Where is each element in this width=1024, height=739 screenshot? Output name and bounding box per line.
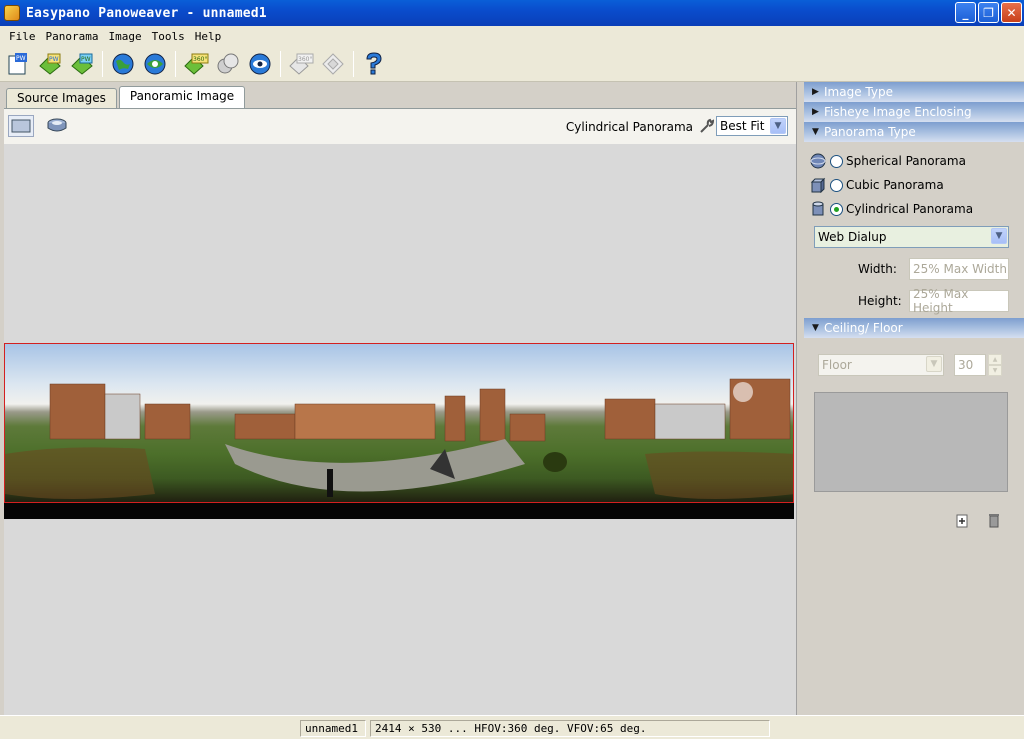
flat-view-icon[interactable] [8,115,34,137]
preview-eye-icon[interactable] [246,50,274,78]
panorama-image[interactable] [4,343,794,503]
menu-panorama[interactable]: Panorama [41,30,104,43]
close-button[interactable]: ✕ [1001,2,1022,23]
section-image-type-label: Image Type [824,85,893,99]
stepper-down-icon[interactable]: ▼ [988,365,1002,376]
triangle-down-icon: ▼ [812,127,819,137]
chevron-down-icon[interactable]: ▼ [770,118,786,134]
add-image-icon[interactable] [954,512,970,528]
export-alt-icon[interactable] [319,50,347,78]
quality-select-value: Web Dialup [818,230,887,244]
blend-icon[interactable] [214,50,242,78]
radio-cylindrical-label: Cylindrical Panorama [846,202,974,216]
radio-spherical-label: Spherical Panorama [846,154,966,168]
image-canvas [4,144,796,715]
toolbar-separator [102,50,103,77]
toolbar-separator [353,50,354,77]
trash-icon[interactable] [986,512,1002,528]
tab-strip: Source Images Panoramic Image [6,86,247,108]
floor-select[interactable]: Floor ▼ [818,354,944,376]
radio-cubic-label: Cubic Panorama [846,178,944,192]
menu-help[interactable]: Help [190,30,227,43]
window-title: Easypano Panoweaver - unnamed1 [26,5,267,21]
cube-icon [810,177,826,193]
chevron-down-icon[interactable]: ▼ [926,356,942,372]
help-icon[interactable] [360,50,388,78]
panorama-black-border [4,503,794,519]
cylinder-icon [812,201,824,216]
publish-360-icon[interactable]: 360° [182,50,210,78]
status-bar: unnamed1 2414 × 530 ... HFOV:360 deg. VF… [0,715,1024,739]
floor-preview [814,392,1008,492]
section-image-type[interactable]: ▶ Image Type [804,82,1024,102]
toolbar-separator [175,50,176,77]
floor-size-value[interactable]: 30 [954,354,986,376]
sphere-icon [810,153,826,169]
new-project-icon[interactable]: PW [4,50,32,78]
svg-text:PW: PW [16,55,26,62]
viewer-toolbar: Cylindrical Panorama Best Fit ▼ [4,108,796,144]
globe-icon[interactable] [109,50,137,78]
cylinder-view-icon[interactable] [44,115,70,137]
option-cylindrical[interactable]: Cylindrical Panorama [810,199,973,219]
tab-panoramic-image[interactable]: Panoramic Image [118,86,246,108]
floor-size-stepper[interactable]: 30 ▲ ▼ [954,354,1004,376]
triangle-down-icon: ▼ [812,323,819,333]
fit-select[interactable]: Best Fit ▼ [716,116,788,136]
status-image-info: 2414 × 530 ... HFOV:360 deg. VFOV:65 deg… [370,720,770,737]
width-field[interactable]: 25% Max Width [909,258,1009,280]
triangle-right-icon: ▶ [812,107,819,117]
section-ceiling-floor[interactable]: ▼ Ceiling/ Floor [804,318,1024,338]
option-cubic[interactable]: Cubic Panorama [810,175,944,195]
globe-stitch-icon[interactable] [141,50,169,78]
option-spherical[interactable]: Spherical Panorama [810,151,966,171]
open-pw-icon[interactable]: PW [36,50,64,78]
properties-panel: ▶ Image Type ▶ Fisheye Image Enclosing ▼… [804,82,1024,715]
section-fisheye-label: Fisheye Image Enclosing [824,105,972,119]
svg-text:PW: PW [49,56,59,63]
section-fisheye[interactable]: ▶ Fisheye Image Enclosing [804,102,1024,122]
menu-tools[interactable]: Tools [147,30,190,43]
width-label: Width: [858,262,897,276]
panorama-type-label: Cylindrical Panorama [565,120,693,134]
svg-text:360°: 360° [298,56,312,63]
panel-splitter[interactable] [797,82,804,715]
menu-bar: File Panorama Image Tools Help [0,26,1024,46]
toolbar: PW PW PW 360° 360° [0,46,1024,82]
height-field[interactable]: 25% Max Height [909,287,1009,315]
height-label: Height: [858,294,902,308]
radio-cylindrical[interactable] [830,202,843,216]
minimize-button[interactable]: _ [955,2,976,23]
wrench-icon[interactable] [698,117,716,135]
section-panorama-type-label: Panorama Type [824,125,916,139]
floor-select-value: Floor [822,358,852,372]
panorama-workspace: Source Images Panoramic Image Cylindrica… [0,82,797,715]
fit-select-value: Best Fit [720,119,765,133]
export-360-icon[interactable]: 360° [287,50,315,78]
svg-text:PW: PW [81,56,91,63]
chevron-down-icon[interactable]: ▼ [991,228,1007,244]
radio-cubic[interactable] [830,178,843,192]
svg-text:360°: 360° [193,56,207,63]
stepper-up-icon[interactable]: ▲ [988,354,1002,365]
section-ceiling-floor-label: Ceiling/ Floor [824,321,903,335]
status-project-name: unnamed1 [300,720,366,737]
tab-source-images[interactable]: Source Images [6,88,117,108]
menu-file[interactable]: File [4,30,41,43]
quality-select[interactable]: Web Dialup ▼ [814,226,1009,248]
save-pw-icon[interactable]: PW [68,50,96,78]
menu-image[interactable]: Image [103,30,146,43]
restore-button[interactable]: ❐ [978,2,999,23]
triangle-right-icon: ▶ [812,87,819,97]
app-icon [4,5,20,21]
section-panorama-type[interactable]: ▼ Panorama Type [804,122,1024,142]
title-bar: Easypano Panoweaver - unnamed1 _ ❐ ✕ [0,0,1024,26]
toolbar-separator [280,50,281,77]
radio-spherical[interactable] [830,154,843,168]
